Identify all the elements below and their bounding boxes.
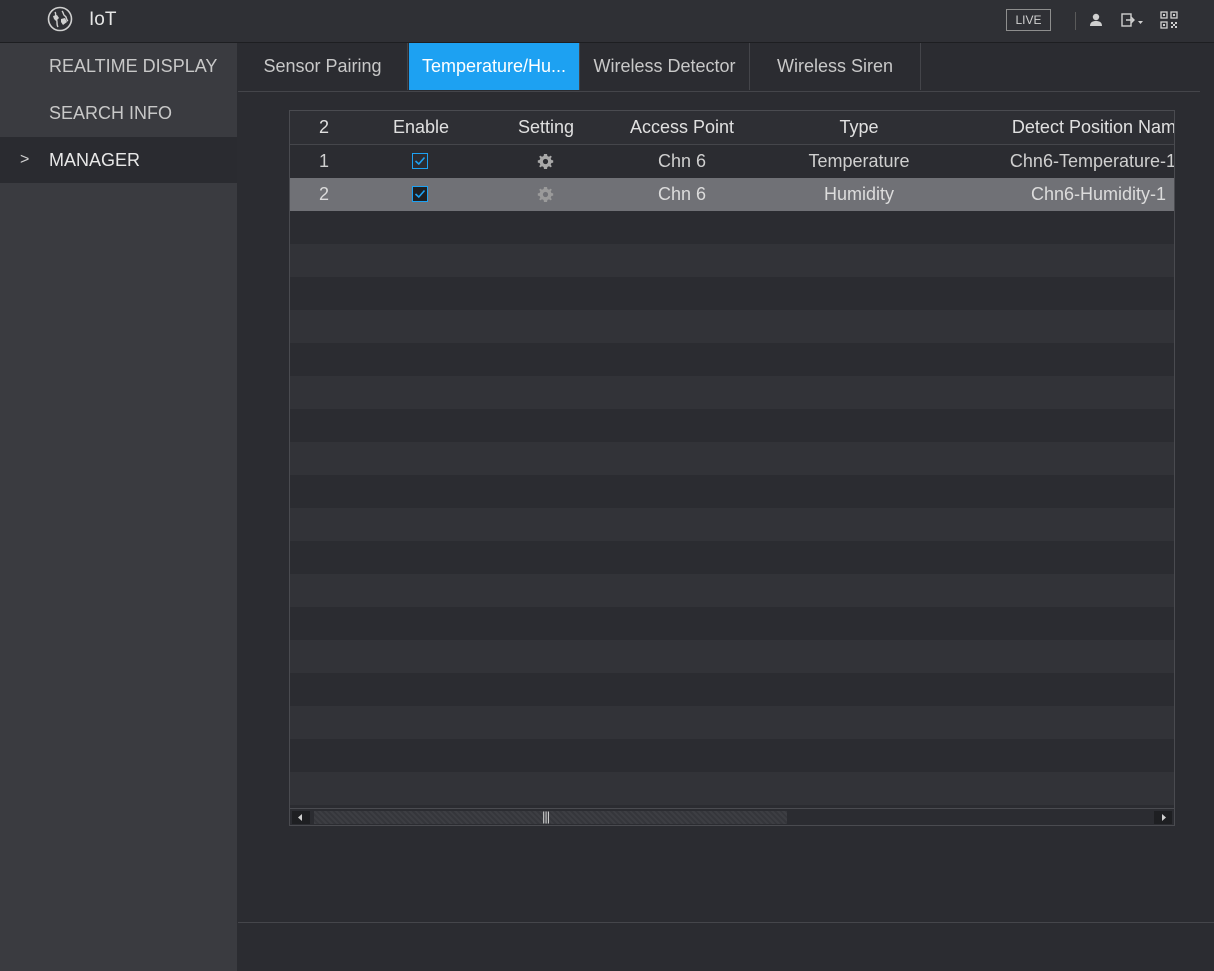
scroll-right-button[interactable]: [1154, 811, 1172, 824]
empty-row: [290, 574, 1174, 607]
checkmark-icon: [414, 156, 426, 166]
column-header-type: Type: [839, 117, 879, 137]
app-title: IoT: [89, 9, 117, 30]
column-header-setting: Setting: [517, 117, 575, 137]
gear-icon[interactable]: [537, 153, 554, 170]
chevron-right-icon: >: [20, 151, 30, 168]
tab-wireless-siren[interactable]: Wireless Siren: [750, 43, 921, 90]
row-access-point: Chn 6: [657, 151, 707, 171]
globe-icon[interactable]: [47, 6, 73, 32]
qr-code-icon[interactable]: [1160, 11, 1178, 29]
column-header-detect-position-name: Detect Position Nam: [1011, 117, 1175, 137]
row-index: 1: [318, 151, 329, 171]
empty-row: [290, 640, 1174, 673]
bottom-divider: [238, 922, 1214, 923]
row-type: Temperature: [808, 151, 910, 171]
sidebar-item-label: REALTIME DISPLAY: [49, 56, 218, 76]
top-bar: IoT LIVE: [0, 0, 1214, 43]
sensor-table: 2 Enable Setting Access Point Type Detec…: [289, 110, 1175, 826]
row-type: Humidity: [823, 184, 894, 204]
tab-temperature-humidity[interactable]: Temperature/Hu...: [409, 43, 579, 90]
empty-row: [290, 442, 1174, 475]
row-detect-position-name: Chn6-Humidity-1: [1030, 184, 1166, 204]
sidebar-item-label: MANAGER: [49, 150, 141, 170]
user-icon[interactable]: [1088, 12, 1104, 28]
table-row[interactable]: 2 Chn 6 Humidity Chn6-Humidity-1: [290, 178, 1174, 211]
scrollbar-thumb[interactable]: |||: [314, 809, 787, 824]
horizontal-scrollbar[interactable]: |||: [290, 808, 1174, 825]
empty-row: [290, 277, 1174, 310]
sidebar-item-manager[interactable]: > MANAGER: [0, 137, 237, 183]
gear-icon[interactable]: [537, 186, 554, 203]
row-access-point: Chn 6: [657, 184, 707, 204]
main-panel: Sensor Pairing Temperature/Hu... Wireles…: [238, 43, 1214, 971]
empty-row: [290, 310, 1174, 343]
empty-row: [290, 541, 1174, 574]
scroll-left-button[interactable]: [292, 811, 310, 824]
empty-row: [290, 739, 1174, 772]
enable-checkbox[interactable]: [412, 186, 428, 202]
empty-row: [290, 244, 1174, 277]
empty-row: [290, 211, 1174, 244]
empty-row: [290, 508, 1174, 541]
logout-menu-icon[interactable]: [1121, 12, 1145, 28]
row-index: 2: [318, 184, 329, 204]
arrow-left-icon: [298, 814, 302, 821]
tab-sensor-pairing[interactable]: Sensor Pairing: [238, 43, 408, 90]
column-header-access-point: Access Point: [629, 117, 735, 137]
live-button[interactable]: LIVE: [1006, 9, 1051, 31]
empty-row: [290, 772, 1174, 805]
scrollbar-grip: |||: [542, 809, 550, 824]
arrow-right-icon: [1162, 814, 1166, 821]
empty-row: [290, 706, 1174, 739]
enable-checkbox[interactable]: [412, 153, 428, 169]
empty-row: [290, 673, 1174, 706]
tab-wireless-detector[interactable]: Wireless Detector: [579, 43, 750, 90]
row-detect-position-name: Chn6-Temperature-1: [1009, 151, 1175, 171]
sidebar-item-realtime-display[interactable]: REALTIME DISPLAY: [0, 43, 237, 89]
empty-row: [290, 475, 1174, 508]
empty-row: [290, 607, 1174, 640]
empty-row: [290, 343, 1174, 376]
empty-row: [290, 409, 1174, 442]
table-row[interactable]: 1 Chn 6 Temperature Chn6-Temperature-1: [290, 145, 1175, 178]
tab-bar: Sensor Pairing Temperature/Hu... Wireles…: [238, 43, 1200, 92]
column-header-count: 2: [318, 117, 329, 137]
checkmark-icon: [414, 189, 426, 199]
sidebar: REALTIME DISPLAY SEARCH INFO > MANAGER: [0, 43, 237, 971]
sidebar-item-search-info[interactable]: SEARCH INFO: [0, 90, 237, 136]
sidebar-item-label: SEARCH INFO: [49, 103, 173, 123]
empty-row: [290, 376, 1174, 409]
table-header: 2 Enable Setting Access Point Type Detec…: [290, 111, 1175, 145]
toolbar-divider: [1075, 12, 1076, 30]
column-header-enable: Enable: [392, 117, 450, 137]
